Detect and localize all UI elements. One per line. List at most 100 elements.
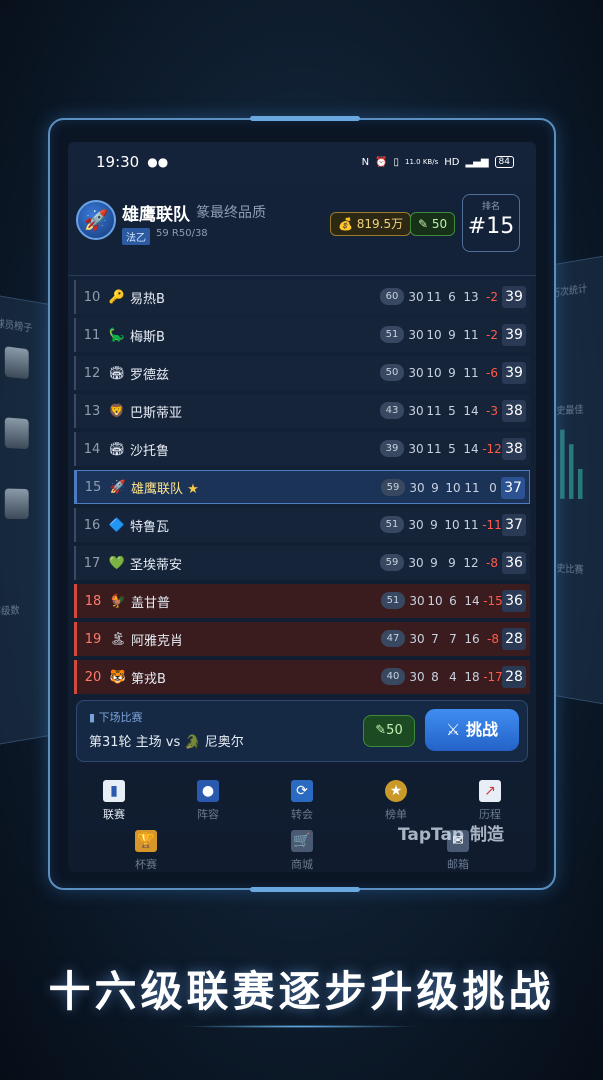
team-badge-icon: 🦁 xyxy=(108,403,126,419)
taptap-watermark: TapTap 制造 xyxy=(398,825,505,845)
row-position: 19 xyxy=(84,631,102,647)
draws: 5 xyxy=(448,442,456,456)
tickets-value: 50 xyxy=(431,217,448,231)
goal-diff: -3 xyxy=(486,404,498,418)
wins: 11 xyxy=(426,290,442,304)
nav-mail-label: 邮箱 xyxy=(447,858,469,871)
draws: 9 xyxy=(448,556,456,570)
table-row[interactable]: 12 🏟 罗德兹 50 30 10 9 11 -6 39 xyxy=(74,356,530,390)
table-row[interactable]: 10 🔑 易热B 60 30 11 6 13 -2 39 xyxy=(74,280,530,314)
status-icons: N ⏰ ▯ 11.0 KB/s HD ▂▄▆ 84 xyxy=(362,156,514,168)
losses: 12 xyxy=(463,556,479,570)
table-row[interactable]: 15 🚀 雄鹰联队 ★ 59 30 9 10 11 0 37 xyxy=(74,470,530,504)
row-position: 16 xyxy=(83,517,101,533)
league-table: 10 🔑 易热B 60 30 11 6 13 -2 39 11 🦕 梅斯B 51 30 10 9 11 -2 39 12… xyxy=(74,280,530,698)
team-name: 易热B xyxy=(130,288,280,307)
draws: 9 xyxy=(448,328,456,342)
draws: 7 xyxy=(449,632,457,646)
team-name-text: 梅斯B xyxy=(130,329,165,345)
nav-history[interactable]: ↗ 历程 xyxy=(450,780,530,822)
losses: 11 xyxy=(463,366,479,380)
table-row[interactable]: 17 💚 圣埃蒂安 59 30 9 9 12 -8 36 xyxy=(74,546,530,580)
rank-box: 排名 #15 xyxy=(462,194,520,252)
team-name: 巴斯蒂亚 xyxy=(130,402,280,421)
nav-lineup[interactable]: ● 阵容 xyxy=(168,780,248,822)
played: 30 xyxy=(409,594,425,608)
table-row[interactable]: 14 🏟 沙托鲁 39 30 11 5 14 -12 38 xyxy=(74,432,530,466)
table-row[interactable]: 13 🦁 巴斯蒂亚 43 30 11 5 14 -3 38 xyxy=(74,394,530,428)
team-badge-icon: 🐯 xyxy=(109,669,127,685)
team-name: 阿雅克肖 xyxy=(131,630,281,649)
team-name-text: 易热B xyxy=(130,291,165,307)
bar-chart-icon: ▮ xyxy=(103,780,125,802)
row-position: 20 xyxy=(84,669,102,685)
team-name: 雄鹰联队 ★ xyxy=(131,478,281,497)
points: 28 xyxy=(502,666,526,688)
team-name: 圣埃蒂安 xyxy=(130,554,280,573)
table-row[interactable]: 16 🔷 特鲁瓦 51 30 9 10 11 -11 37 xyxy=(74,508,530,542)
row-stats: 30 9 10 11 -11 xyxy=(407,508,503,542)
table-row[interactable]: 19 🏝 阿雅克肖 47 30 7 7 16 -8 28 xyxy=(74,622,530,656)
nav-shop[interactable]: 🛒 商城 xyxy=(262,830,342,872)
row-stats: 30 7 7 16 -8 xyxy=(408,622,504,656)
team-name: 特鲁瓦 xyxy=(130,516,280,535)
losses: 11 xyxy=(463,328,479,342)
table-row[interactable]: 20 🐯 第戎B 40 30 8 4 18 -17 28 xyxy=(74,660,530,694)
person-icon: ● xyxy=(197,780,219,802)
row-stats: 30 9 9 12 -8 xyxy=(407,546,503,580)
next-match-panel: ▮ 下场比赛 第31轮 主场 vs 🐊 尼奥尔 ✎50 ⚔ 挑战 xyxy=(76,700,528,762)
trophy-icon: 🏆 xyxy=(135,830,157,852)
ticket-cost-button[interactable]: ✎50 xyxy=(363,715,415,747)
rank-label: 排名 xyxy=(481,202,500,212)
ghost-player-face xyxy=(4,488,29,520)
draws: 9 xyxy=(448,366,456,380)
nav-cup-label: 杯赛 xyxy=(135,858,157,871)
ghost-bar xyxy=(560,429,565,499)
draws: 6 xyxy=(449,594,457,608)
table-row[interactable]: 18 🐓 盖甘普 51 30 10 6 14 -15 36 xyxy=(74,584,530,618)
nav-shop-label: 商城 xyxy=(291,858,313,871)
wins: 9 xyxy=(430,518,438,532)
ghost-left-title: 球员榜子 xyxy=(0,318,33,335)
money-bag-icon: 💰 xyxy=(338,217,353,231)
team-rating: 51 xyxy=(380,516,404,533)
team-rating: 39 xyxy=(380,440,404,457)
trend-icon: ↗ xyxy=(479,780,501,802)
table-row[interactable]: 11 🦕 梅斯B 51 30 10 9 11 -2 39 xyxy=(74,318,530,352)
wins: 11 xyxy=(426,404,442,418)
tickets-balance[interactable]: ✎ 50 xyxy=(410,212,456,236)
losses: 13 xyxy=(463,290,479,304)
points: 37 xyxy=(502,514,526,536)
played: 30 xyxy=(408,556,424,570)
team-rating: 59 xyxy=(380,554,404,571)
team-name-text: 雄鹰联队 xyxy=(131,481,184,497)
challenge-button[interactable]: ⚔ 挑战 xyxy=(425,709,519,751)
status-time: 19:30 xyxy=(96,153,140,171)
clipboard-icon: ▮ xyxy=(89,711,96,724)
promo-caption: 十六级联赛逐步升级挑战 xyxy=(48,967,555,1016)
played: 30 xyxy=(408,404,424,418)
nav-ranking[interactable]: ★ 榜单 xyxy=(356,780,436,822)
team-rating: 43 xyxy=(380,402,404,419)
nav-cup[interactable]: 🏆 杯赛 xyxy=(106,830,186,872)
team-badge-icon: 🏟 xyxy=(108,441,126,457)
ticket-icon: ✎ xyxy=(375,723,387,738)
ghost-player-face xyxy=(4,417,29,450)
nav-transfer[interactable]: ⟳ 转会 xyxy=(262,780,342,822)
row-stats: 30 10 6 14 -15 xyxy=(408,584,504,618)
club-logo-icon[interactable]: 🚀 xyxy=(76,200,116,240)
row-position: 15 xyxy=(84,479,102,495)
goal-diff: -2 xyxy=(486,328,498,342)
wins: 10 xyxy=(427,594,443,608)
row-stats: 30 10 9 11 -6 xyxy=(407,356,503,390)
nav-league[interactable]: ▮ 联赛 xyxy=(74,780,154,822)
coins-value: 819.5万 xyxy=(356,217,404,231)
losses: 18 xyxy=(464,670,480,684)
coins-balance[interactable]: 💰 819.5万 xyxy=(330,212,412,236)
row-position: 17 xyxy=(83,555,101,571)
row-stats: 30 11 5 14 -12 xyxy=(407,432,503,466)
row-position: 18 xyxy=(84,593,102,609)
ticket-cost-value: 50 xyxy=(386,723,403,738)
club-name: 雄鹰联队 xyxy=(122,205,190,225)
points: 37 xyxy=(501,477,525,499)
